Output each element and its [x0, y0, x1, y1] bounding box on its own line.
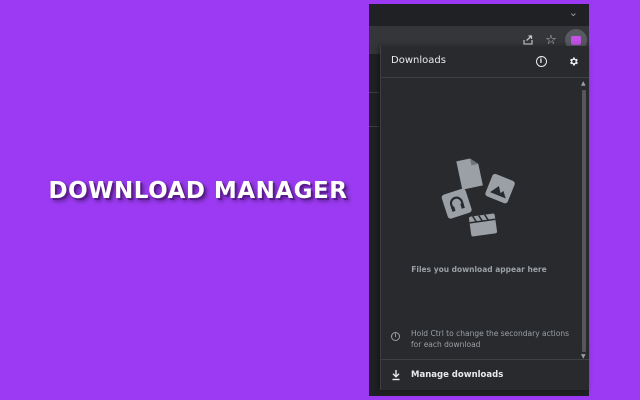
image-file-icon: [485, 173, 515, 204]
tab-strip: ⌄: [369, 4, 589, 26]
empty-downloads-illustration: [441, 158, 515, 237]
download-icon: [392, 370, 400, 381]
hint-text: Hold Ctrl to change the secondary action…: [411, 329, 570, 349]
audio-file-icon: [441, 188, 472, 219]
scrollbar[interactable]: ▲ ▼: [581, 78, 587, 360]
manage-downloads-button[interactable]: Manage downloads: [381, 359, 589, 391]
document-icon: [456, 158, 483, 190]
page-divider: [369, 92, 379, 93]
page-divider: [369, 126, 379, 127]
scroll-up-icon[interactable]: ▲: [581, 80, 586, 87]
panel-header: Downloads i: [381, 46, 589, 78]
settings-button[interactable]: [566, 54, 580, 68]
panel-title: Downloads: [391, 55, 446, 66]
gear-icon: [569, 56, 578, 66]
empty-state-message: Files you download appear here: [411, 265, 547, 274]
chevron-down-icon[interactable]: ⌄: [569, 6, 578, 19]
video-file-icon: [468, 213, 498, 237]
manage-downloads-label: Manage downloads: [411, 370, 504, 380]
scroll-thumb[interactable]: [582, 90, 586, 352]
info-button[interactable]: i: [534, 54, 548, 68]
info-icon: i: [535, 55, 547, 67]
promo-title: DOWNLOAD MANAGER: [48, 178, 348, 204]
downloads-panel: Downloads i ▲ ▼ Files you download appea…: [380, 46, 589, 390]
info-icon: i: [391, 332, 400, 341]
hint-row: i Hold Ctrl to change the secondary acti…: [389, 328, 579, 352]
